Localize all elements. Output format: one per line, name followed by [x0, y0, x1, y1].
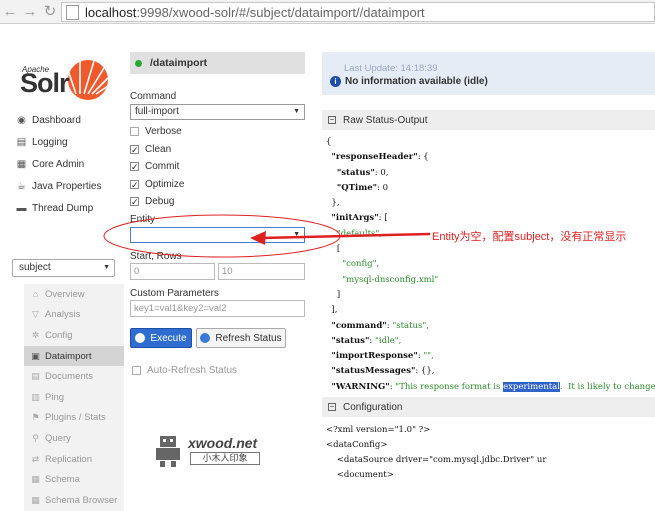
watermark-brand: xwood.net [188, 435, 258, 451]
annotation-text: Entity为空，配置subject，没有正常显示 [432, 231, 627, 243]
watermark-robot-icon [156, 436, 180, 467]
core-menu-schema-browser[interactable]: ▦ Schema Browser [24, 490, 124, 511]
annotation-arrow-line [261, 232, 431, 240]
schema-browser-icon: ▦ [31, 494, 40, 505]
core-menu-label: Schema Browser [45, 494, 118, 506]
annotation-arrow-head [250, 231, 266, 245]
watermark: xwood.net 小木人印象 [152, 434, 262, 470]
watermark-sub: 小木人印象 [190, 452, 260, 465]
